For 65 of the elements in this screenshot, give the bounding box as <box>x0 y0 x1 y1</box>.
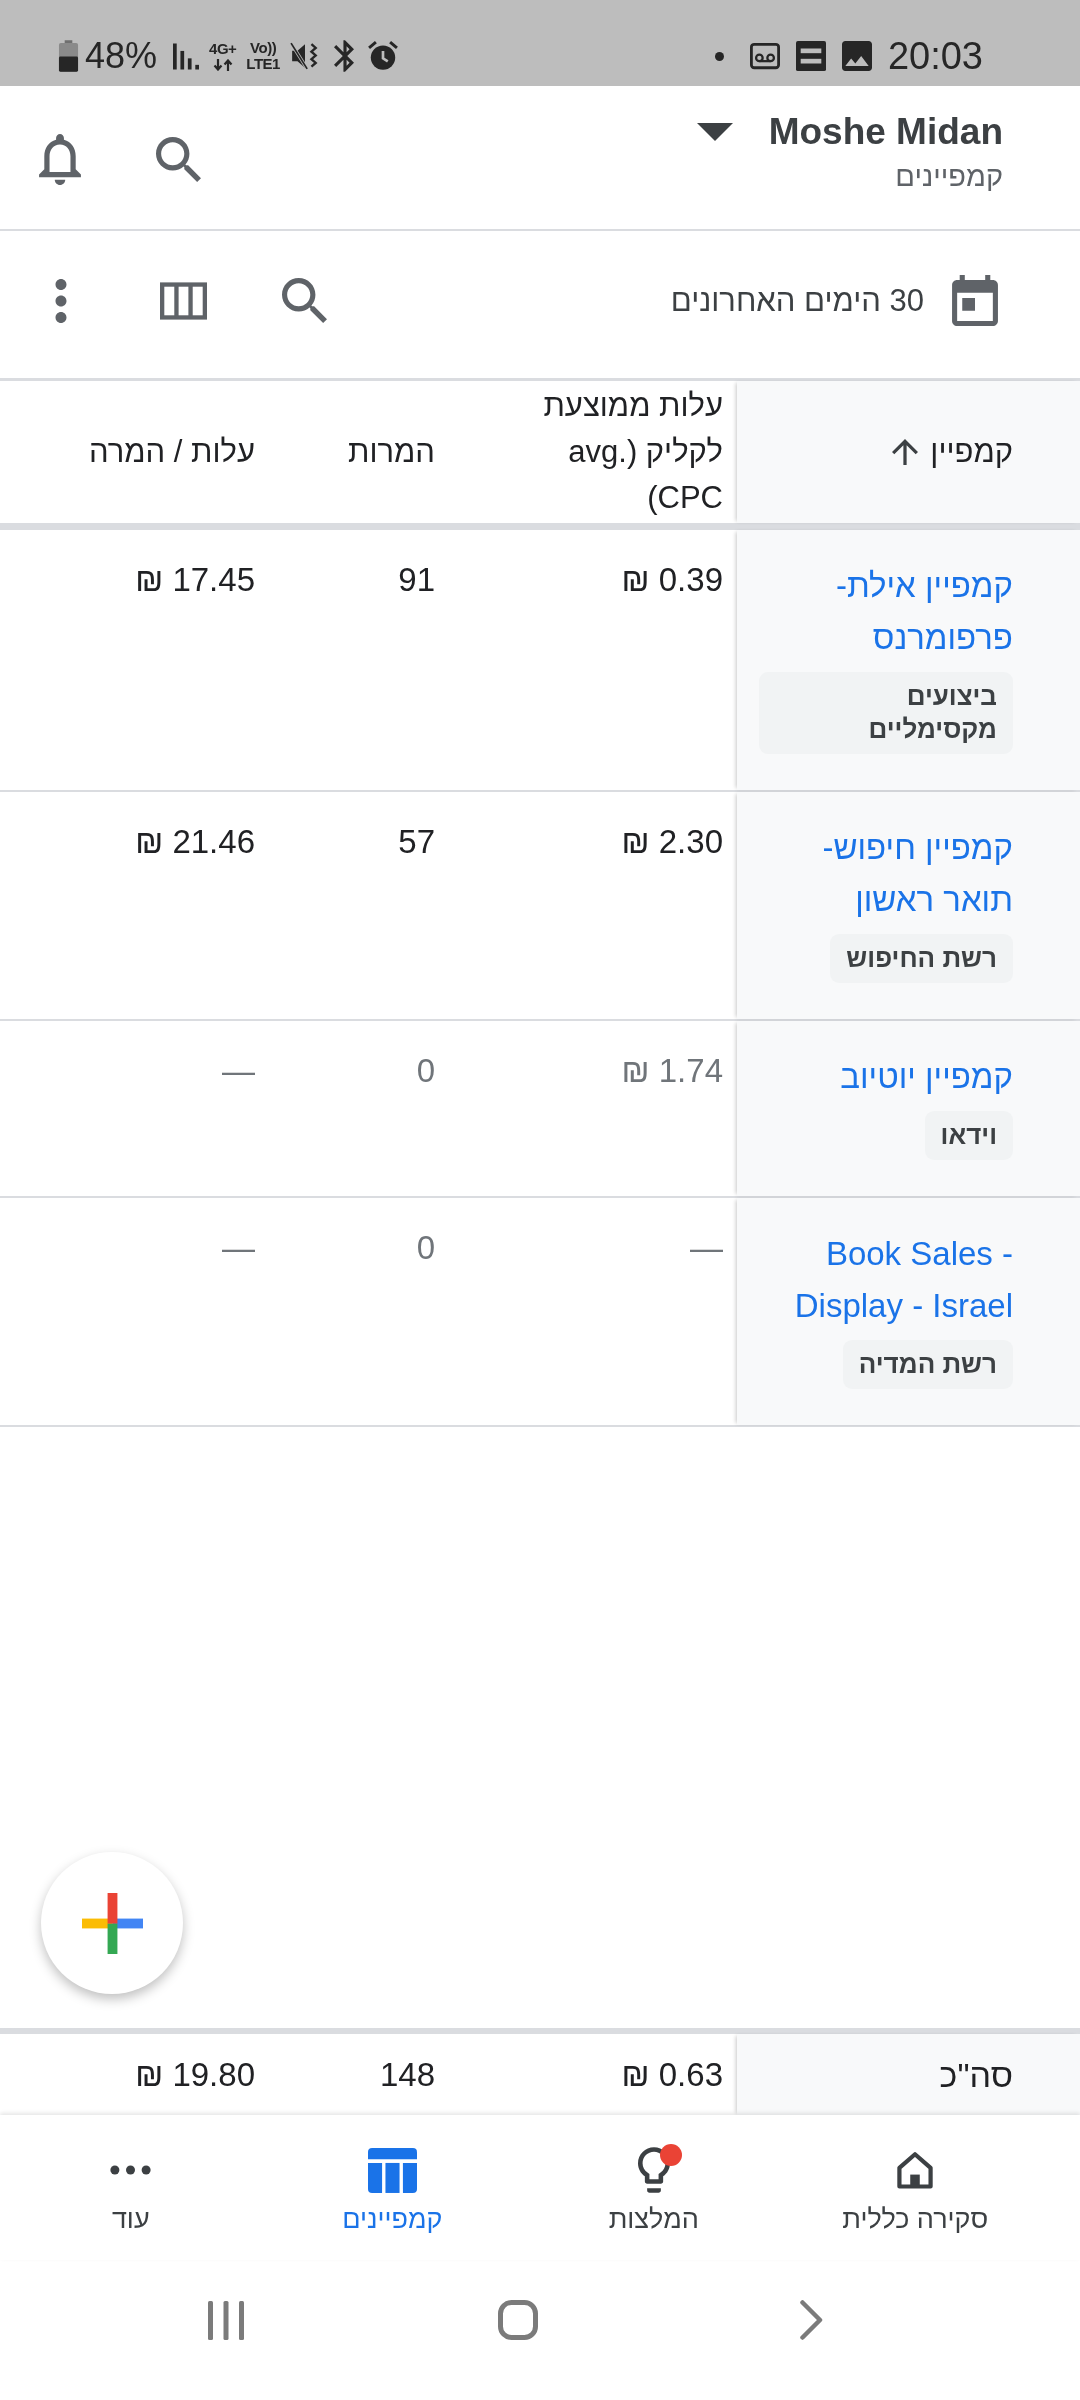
campaign-type-chip: ביצועים מקסימליים <box>759 672 1013 754</box>
up-down-arrows-icon <box>212 59 233 71</box>
search-icon[interactable] <box>156 137 201 182</box>
total-label: סה"כ <box>939 2054 1013 2096</box>
column-header[interactable]: המרות <box>348 429 435 475</box>
campaign-type-chip: וידאו <box>924 1111 1013 1160</box>
conversions-value: 0 <box>416 1051 435 1091</box>
rounded-square-icon[interactable] <box>498 2300 538 2340</box>
image-icon <box>841 41 872 71</box>
date-range-button[interactable]: 30 הימים האחרונים <box>670 275 998 326</box>
conversions-value: 57 <box>398 822 435 862</box>
muted-speaker-icon <box>289 41 320 71</box>
dropdown-arrow-icon[interactable] <box>696 123 733 141</box>
plus-icon <box>81 1892 143 1954</box>
more-options-icon[interactable] <box>55 278 67 323</box>
more-horizontal-icon <box>110 2165 152 2175</box>
bottom-nav-tab[interactable]: המלצות <box>523 2115 785 2260</box>
search-icon[interactable] <box>282 278 327 323</box>
account-name: Moshe Midan <box>768 110 1003 154</box>
avg-cpc-value: — <box>690 1228 723 1268</box>
column-header[interactable]: עלות / המרה <box>89 429 255 475</box>
campaign-link[interactable]: קמפיין אילת-פרפומרנס <box>759 560 1013 664</box>
page-subtitle: קמפיינים <box>895 159 1003 194</box>
sort-arrow-icon[interactable] <box>892 439 919 465</box>
battery-icon <box>58 40 79 72</box>
create-button[interactable] <box>41 1852 183 1994</box>
bottom-nav-tab[interactable]: סקירה כללית <box>784 2115 1046 2260</box>
cost-per-conversion-value: — <box>222 1051 255 1091</box>
volte-label: Vo)) <box>250 40 277 56</box>
campaign-link[interactable]: Book Sales - Display - Israel <box>759 1228 1013 1332</box>
campaign-link[interactable]: קמפיין חיפוש-תואר ראשון <box>759 822 1013 926</box>
table-icon <box>367 2147 417 2193</box>
cost-per-conversion-value: 17.45 ₪ <box>135 560 255 600</box>
total-conversions: 148 <box>379 2054 435 2095</box>
cost-per-conversion-value: 21.46 ₪ <box>135 822 255 862</box>
avg-cpc-value: 1.74 ₪ <box>621 1051 723 1091</box>
campaign-link[interactable]: קמפיין יוטיוב <box>840 1051 1013 1103</box>
alarm-clock-icon <box>367 41 398 71</box>
total-cost-per-conversion: 19.80 ₪ <box>135 2054 255 2095</box>
bluetooth-icon <box>333 40 354 72</box>
avg-cpc-value: 2.30 ₪ <box>621 822 723 862</box>
conversions-value: 91 <box>398 560 435 600</box>
vertical-bars-icon[interactable] <box>207 2300 245 2340</box>
campaign-type-chip: רשת המדיה <box>842 1340 1013 1389</box>
avg-cpc-value: 0.39 ₪ <box>621 560 723 600</box>
notifications-bell-icon[interactable] <box>39 134 81 185</box>
column-header[interactable]: עלות ממוצעת לקליק (avg. CPC) <box>515 383 723 521</box>
signal-bars-icon <box>173 42 200 70</box>
clock-time: 20:03 <box>887 35 983 77</box>
calendar-icon <box>952 275 998 326</box>
bottom-nav-tab[interactable]: עוד <box>0 2115 262 2260</box>
conversions-value: 0 <box>416 1228 435 1268</box>
battery-percentage: 48% <box>85 36 158 76</box>
dot-icon <box>714 51 724 61</box>
back-chevron-icon[interactable] <box>800 2300 823 2340</box>
campaign-type-chip: רשת החיפוש <box>830 934 1013 983</box>
columns-icon[interactable] <box>160 281 207 320</box>
cassette-icon <box>749 41 780 71</box>
network-type-label: 4G+ <box>209 41 237 57</box>
bottom-nav-tab[interactable]: קמפיינים <box>261 2115 523 2260</box>
cost-per-conversion-value: — <box>222 1228 255 1268</box>
column-header[interactable]: קמפיין <box>930 429 1013 475</box>
volte-label: LTE1 <box>246 56 280 72</box>
total-avg-cpc: 0.63 ₪ <box>621 2054 723 2095</box>
stacked-bars-icon <box>795 41 826 71</box>
